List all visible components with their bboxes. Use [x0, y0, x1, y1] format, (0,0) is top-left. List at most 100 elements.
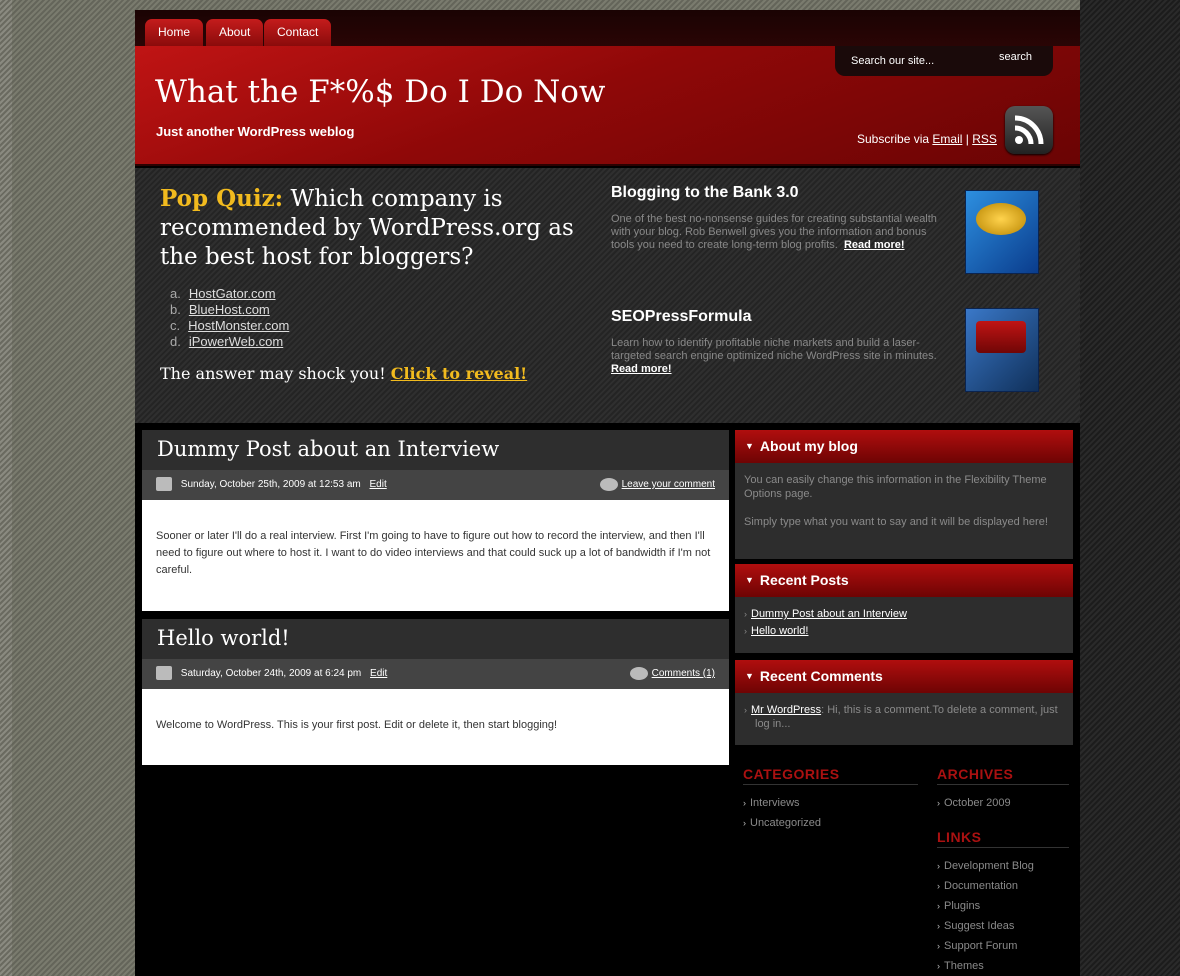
calendar-icon [156, 666, 172, 681]
quiz-option-link[interactable]: iPowerWeb.com [189, 334, 283, 349]
list-item[interactable]: › Uncategorized [743, 813, 918, 833]
option-letter: b. [170, 302, 181, 317]
promo-read-more-link[interactable]: Read more! [611, 363, 672, 375]
comments-link[interactable]: Comments (1) [629, 659, 715, 689]
promo-read-more-link[interactable]: Read more! [844, 239, 905, 251]
rss-icon[interactable] [1005, 106, 1053, 154]
section-title: LINKS [937, 829, 1069, 848]
blogroll-link[interactable]: Suggest Ideas [944, 920, 1014, 932]
post: Hello world! Saturday, October 24th, 200… [142, 619, 729, 765]
list-item[interactable]: › Development Blog [937, 856, 1069, 876]
quiz-heading: Pop Quiz: Which company is recommended b… [160, 184, 590, 272]
promo-title[interactable]: Blogging to the Bank 3.0 [611, 184, 941, 202]
product-box-image[interactable] [965, 308, 1039, 392]
page-wrapper: Home About Contact What the F*%$ Do I Do… [135, 10, 1080, 976]
list-item[interactable]: › October 2009 [937, 793, 1069, 813]
post: Dummy Post about an Interview Sunday, Oc… [142, 430, 729, 611]
promo-text: Learn how to identify profitable niche m… [611, 337, 941, 376]
section-title: CATEGORIES [743, 766, 918, 785]
category-link[interactable]: Interviews [750, 797, 800, 809]
quiz-label: Pop Quiz: [160, 185, 284, 212]
blogroll-link[interactable]: Support Forum [944, 940, 1017, 952]
section-title: ARCHIVES [937, 766, 1069, 785]
list-item: › Dummy Post about an Interview [744, 607, 1064, 621]
subscribe-rss-link[interactable]: RSS [972, 132, 997, 146]
reveal-link[interactable]: Click to reveal! [391, 364, 527, 383]
comment-author-link[interactable]: Mr WordPress [751, 704, 821, 716]
site-tagline: Just another WordPress weblog [156, 124, 355, 139]
subscribe-email-link[interactable]: Email [932, 132, 962, 146]
archives-list: › October 2009 [937, 793, 1069, 813]
site-header: What the F*%$ Do I Do Now Just another W… [135, 46, 1080, 166]
triangle-down-icon: ▼ [745, 671, 754, 681]
nav-tab-home[interactable]: Home [145, 19, 204, 46]
arrow-right-icon: › [743, 798, 746, 808]
nav-tab-about[interactable]: About [206, 19, 264, 46]
post-title[interactable]: Dummy Post about an Interview [142, 430, 729, 470]
nav-tab-contact[interactable]: Contact [264, 19, 332, 46]
promo-text: One of the best no-nonsense guides for c… [611, 213, 941, 252]
promo-blogging-bank: Blogging to the Bank 3.0 One of the best… [611, 184, 941, 252]
widget-title-label: Recent Posts [759, 572, 849, 588]
blogroll-link[interactable]: Themes [944, 960, 984, 972]
edit-link[interactable]: Edit [370, 668, 387, 679]
archives-section: ARCHIVES › October 2009 [937, 766, 1069, 813]
list-item: › Hello world! [744, 624, 1064, 638]
edit-link[interactable]: Edit [370, 479, 387, 490]
widget-recent-comments: ▼ Recent Comments › Mr WordPress: Hi, this… [735, 660, 1073, 745]
comments-link[interactable]: Leave your comment [599, 470, 715, 500]
post-meta: Sunday, October 25th, 2009 at 12:53 am E… [142, 470, 729, 500]
blogroll-link[interactable]: Documentation [944, 880, 1018, 892]
quiz-answer-line: The answer may shock you! Click to revea… [160, 364, 527, 383]
recent-post-link[interactable]: Dummy Post about an Interview [751, 608, 907, 620]
search-button[interactable]: search [999, 51, 1032, 63]
site-title[interactable]: What the F*%$ Do I Do Now [155, 74, 605, 110]
arrow-right-icon: › [937, 861, 940, 871]
quiz-option-link[interactable]: HostGator.com [189, 286, 276, 301]
arrow-right-icon: › [744, 626, 747, 636]
quiz-option-link[interactable]: HostMonster.com [188, 318, 289, 333]
quiz-answer-text: The answer may shock you! [160, 364, 386, 383]
category-link[interactable]: Uncategorized [750, 817, 821, 829]
recent-post-link[interactable]: Hello world! [751, 625, 808, 637]
arrow-right-icon: › [937, 921, 940, 931]
product-box-image[interactable] [965, 190, 1039, 274]
quiz-option: b. BlueHost.com [170, 302, 289, 318]
quiz-option: d. iPowerWeb.com [170, 334, 289, 350]
widget-title-label: About my blog [759, 438, 858, 454]
list-item[interactable]: › Documentation [937, 876, 1069, 896]
list-item[interactable]: › Suggest Ideas [937, 916, 1069, 936]
post-meta: Saturday, October 24th, 2009 at 6:24 pm … [142, 659, 729, 689]
blogroll-link[interactable]: Plugins [944, 900, 980, 912]
page-edge-right [1080, 0, 1180, 976]
widget-title-label: Recent Comments [759, 668, 883, 684]
subscribe-separator: | [965, 132, 969, 146]
arrow-right-icon: › [744, 609, 747, 619]
option-letter: c. [170, 318, 181, 333]
list-item[interactable]: › Support Forum [937, 936, 1069, 956]
comment-bubble-icon [599, 477, 618, 491]
list-item[interactable]: › Plugins [937, 896, 1069, 916]
list-item[interactable]: › Themes [937, 956, 1069, 976]
categories-list: › Interviews › Uncategorized [743, 793, 918, 833]
quiz-option: a. HostGator.com [170, 286, 289, 302]
quiz-option-link[interactable]: BlueHost.com [189, 302, 270, 317]
subscribe-line: Subscribe via Email | RSS [857, 132, 997, 146]
widget-recent-posts: ▼ Recent Posts › Dummy Post about an Inter… [735, 564, 1073, 653]
page-edge-left [0, 0, 12, 976]
blogroll-link[interactable]: Development Blog [944, 860, 1034, 872]
post-body: Welcome to WordPress. This is your first… [142, 689, 729, 765]
search-box: search [835, 46, 1053, 76]
search-input[interactable] [851, 52, 991, 69]
calendar-icon [156, 477, 172, 492]
post-body: Sooner or later I'll do a real interview… [142, 500, 729, 611]
about-text: Simply type what you want to say and it … [744, 516, 1048, 528]
list-item[interactable]: › Interviews [743, 793, 918, 813]
option-letter: a. [170, 286, 181, 301]
promo-title[interactable]: SEOPressFormula [611, 308, 941, 326]
widget-body: › Dummy Post about an Interview › Hello wo… [735, 597, 1073, 653]
top-navigation: Home About Contact [135, 10, 1080, 46]
triangle-down-icon: ▼ [745, 575, 754, 585]
archive-link[interactable]: October 2009 [944, 797, 1011, 809]
post-title[interactable]: Hello world! [142, 619, 729, 659]
